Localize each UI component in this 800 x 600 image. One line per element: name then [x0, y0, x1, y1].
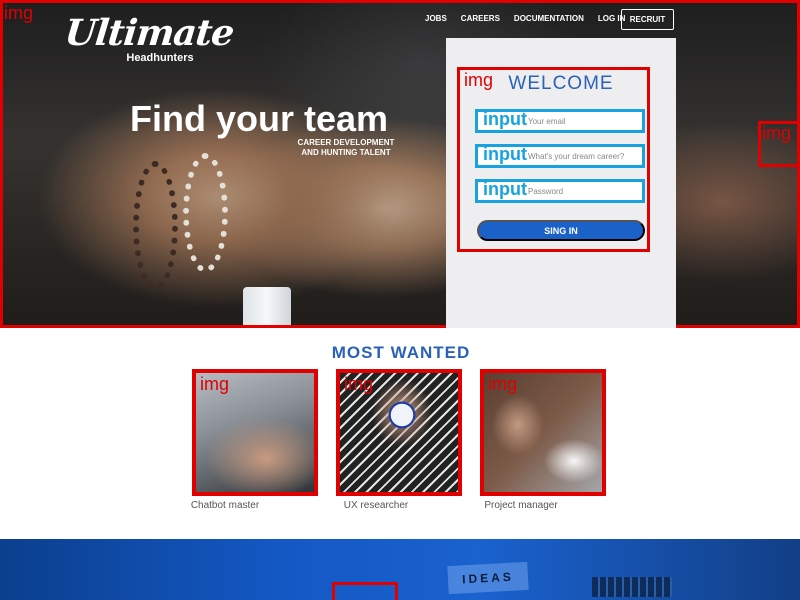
- caption-chatbot-master: Chatbot master: [190, 500, 260, 511]
- card-chatbot-master[interactable]: img: [192, 369, 318, 496]
- top-nav: JOBS CAREERS DOCUMENTATION LOG IN: [418, 12, 632, 26]
- nav-documentation[interactable]: DOCUMENTATION: [507, 12, 591, 26]
- page: img Ultimate Headhunters JOBS CAREERS DO…: [0, 0, 800, 600]
- input-tag: input: [483, 179, 527, 199]
- ideas-banner: [0, 539, 800, 600]
- career-placeholder: What's your dream career?: [528, 151, 625, 161]
- bracelet-decoration: [133, 161, 178, 291]
- input-tag: input: [483, 144, 527, 164]
- password-placeholder: Password: [528, 186, 564, 196]
- bracelet-decoration: [183, 153, 228, 273]
- login-img-tag: img: [464, 70, 494, 90]
- card-img-tag: img: [344, 374, 374, 394]
- hero-title: Find your team: [130, 98, 389, 139]
- hero-subtitle-line2: AND HUNTING TALENT: [301, 148, 391, 157]
- nav-jobs[interactable]: JOBS: [418, 12, 454, 26]
- welcome-heading: WELCOME: [508, 73, 614, 94]
- logo-subtitle: Headhunters: [126, 52, 194, 64]
- logo[interactable]: Ultimate: [63, 10, 236, 56]
- banner-image: [332, 582, 398, 600]
- ideas-sign: IDEAS: [447, 561, 529, 595]
- keyboard-image: [592, 577, 672, 597]
- card-ux-researcher[interactable]: img: [336, 369, 462, 496]
- caption-ux-researcher: UX researcher: [343, 500, 409, 511]
- password-field[interactable]: input Password: [475, 179, 645, 203]
- hero-img-tag: img: [4, 3, 34, 23]
- hero-subtitle-line1: CAREER DEVELOPMENT: [297, 138, 395, 147]
- hero-subtitle: CAREER DEVELOPMENT AND HUNTING TALENT: [290, 138, 402, 158]
- card-img-tag: img: [488, 374, 518, 394]
- most-wanted-title: MOST WANTED: [331, 343, 471, 362]
- input-tag: input: [483, 109, 527, 129]
- email-placeholder: Your email: [528, 116, 566, 126]
- card-img-tag: img: [200, 374, 230, 394]
- nav-careers[interactable]: CAREERS: [454, 12, 507, 26]
- card-project-manager[interactable]: img: [480, 369, 606, 496]
- caption-project-manager: Project manager: [484, 500, 558, 511]
- side-img-tag: img: [762, 123, 792, 143]
- email-field[interactable]: input Your email: [475, 109, 645, 133]
- career-field[interactable]: input What's your dream career?: [475, 144, 645, 168]
- sign-in-button[interactable]: SING IN: [477, 220, 645, 241]
- bottle-image: [243, 287, 291, 325]
- recruit-button[interactable]: RECRUIT: [621, 9, 674, 30]
